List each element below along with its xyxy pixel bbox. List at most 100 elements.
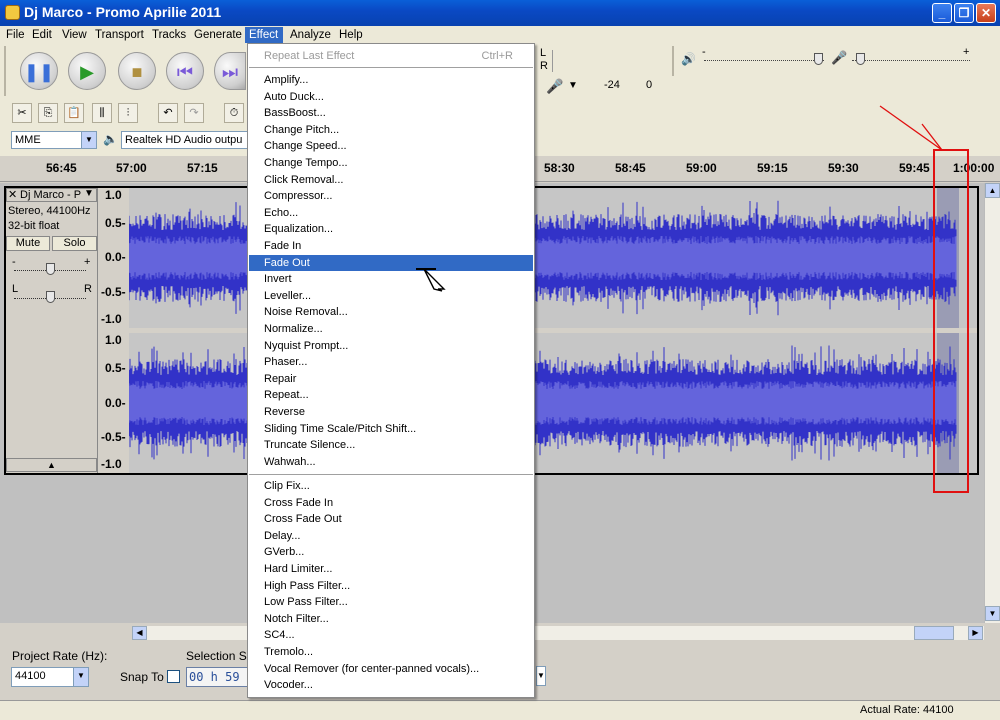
menu-item-fade-in[interactable]: Fade In (249, 238, 533, 254)
solo-button[interactable]: Solo (52, 236, 97, 251)
menu-item-cross-fade-out[interactable]: Cross Fade Out (249, 511, 533, 527)
menu-item-notch-filter[interactable]: Notch Filter... (249, 611, 533, 627)
menu-item-high-pass-filter[interactable]: High Pass Filter... (249, 578, 533, 594)
menu-tracks[interactable]: Tracks (148, 27, 190, 43)
input-volume-slider[interactable] (852, 60, 970, 61)
menu-item-echo[interactable]: Echo... (249, 205, 533, 221)
menu-item-click-removal[interactable]: Click Removal... (249, 172, 533, 188)
menu-transport[interactable]: Transport (91, 27, 148, 43)
chevron-down-icon[interactable]: ▼ (536, 666, 546, 686)
scroll-up-icon[interactable]: ▲ (985, 183, 1000, 198)
menu-view[interactable]: View (58, 27, 91, 43)
menu-item-compressor[interactable]: Compressor... (249, 188, 533, 204)
menu-item-wahwah[interactable]: Wahwah... (249, 454, 533, 470)
sync-lock-button[interactable]: ⏱ (224, 103, 244, 123)
stop-button[interactable]: ■ (118, 52, 156, 90)
meter-db-label: -24 (604, 79, 620, 91)
title-bar[interactable]: Dj Marco - Promo Aprilie 2011 _ ❐ ✕ (0, 0, 1000, 26)
track-name[interactable]: Dj Marco - P (20, 189, 81, 201)
vertical-scrollbar[interactable]: ▲ ▼ (984, 183, 1000, 623)
menu-item-repeat-last-effect: Repeat Last Effect Ctrl+R (249, 48, 533, 64)
menu-item-hard-limiter[interactable]: Hard Limiter... (249, 561, 533, 577)
menu-file[interactable]: File (2, 27, 29, 43)
grip (672, 46, 674, 76)
paste-button[interactable]: 📋 (64, 103, 84, 123)
project-rate-select[interactable]: 44100 ▼ (11, 667, 89, 687)
menu-item-change-speed[interactable]: Change Speed... (249, 138, 533, 154)
menu-effect[interactable]: Effect (245, 27, 283, 43)
output-device-select[interactable]: Realtek HD Audio outpu (121, 131, 248, 149)
play-button[interactable]: ▶ (68, 52, 106, 90)
menu-item-gverb[interactable]: GVerb... (249, 544, 533, 560)
menu-generate[interactable]: Generate (190, 27, 246, 43)
menu-analyze[interactable]: Analyze (286, 27, 335, 43)
input-meter[interactable] (552, 50, 664, 72)
collapse-track-button[interactable]: ▲ (6, 458, 97, 472)
close-button[interactable]: ✕ (976, 3, 996, 23)
menu-item-fade-out[interactable]: Fade Out (249, 254, 533, 271)
close-track-icon[interactable]: ✕ (8, 188, 17, 201)
menu-item-vocal-remover-for-center-panned-vocals[interactable]: Vocal Remover (for center-panned vocals)… (249, 661, 533, 677)
microphone-icon[interactable]: 🎤 (546, 78, 563, 95)
track-menu-chevron-icon[interactable]: ▼ (84, 188, 94, 199)
silence-button[interactable]: ⫶ (118, 103, 138, 123)
menu-item-low-pass-filter[interactable]: Low Pass Filter... (249, 594, 533, 610)
menu-item-bassboost[interactable]: BassBoost... (249, 105, 533, 121)
menu-item-change-tempo[interactable]: Change Tempo... (249, 155, 533, 171)
scroll-thumb[interactable] (914, 626, 954, 640)
skip-start-button[interactable]: ⏮ (166, 52, 204, 90)
menu-item-clip-fix[interactable]: Clip Fix... (249, 478, 533, 494)
menu-item-normalize[interactable]: Normalize... (249, 321, 533, 337)
menu-item-nyquist-prompt[interactable]: Nyquist Prompt... (249, 338, 533, 354)
menu-item-vocoder[interactable]: Vocoder... (249, 677, 533, 693)
menu-item-delay[interactable]: Delay... (249, 528, 533, 544)
snap-to-checkbox[interactable] (167, 670, 180, 683)
output-volume-slider[interactable] (704, 60, 824, 61)
menu-separator (249, 474, 533, 476)
selection-start-time[interactable]: 00 h 59 (186, 667, 248, 687)
undo-button[interactable]: ↶ (158, 103, 178, 123)
scroll-left-icon[interactable]: ◀ (132, 626, 147, 640)
menu-item-amplify[interactable]: Amplify... (249, 72, 533, 88)
mute-button[interactable]: Mute (6, 236, 50, 251)
scroll-right-icon[interactable]: ▶ (968, 626, 983, 640)
skip-end-button[interactable]: ⏭ (214, 52, 246, 90)
menu-item-tremolo[interactable]: Tremolo... (249, 644, 533, 660)
redo-button[interactable]: ↷ (184, 103, 204, 123)
gain-slider-thumb[interactable] (46, 263, 55, 275)
menu-item-repeat[interactable]: Repeat... (249, 387, 533, 403)
menu-help[interactable]: Help (335, 27, 367, 43)
chevron-down-icon[interactable]: ▼ (568, 80, 578, 91)
trim-button[interactable]: ⫼ (92, 103, 112, 123)
pause-button[interactable]: ❚❚ (20, 52, 58, 90)
menu-item-repair[interactable]: Repair (249, 371, 533, 387)
menu-item-cross-fade-in[interactable]: Cross Fade In (249, 495, 533, 511)
maximize-button[interactable]: ❐ (954, 3, 974, 23)
minimize-button[interactable]: _ (932, 3, 952, 23)
scale-label: 0.0- (105, 250, 126, 264)
cut-button[interactable]: ✂ (12, 103, 32, 123)
menu-item-sliding-time-scale-pitch-shift[interactable]: Sliding Time Scale/Pitch Shift... (249, 421, 533, 437)
scroll-down-icon[interactable]: ▼ (985, 606, 1000, 621)
pan-slider-thumb[interactable] (46, 291, 55, 303)
copy-button[interactable]: ⎘ (38, 103, 58, 123)
menu-item-sc4[interactable]: SC4... (249, 627, 533, 643)
output-volume-thumb[interactable] (814, 53, 823, 65)
vertical-scale-right: 1.0 0.5- 0.0- -0.5- -1.0 (99, 333, 129, 473)
menu-item-reverse[interactable]: Reverse (249, 404, 533, 420)
menu-item-change-pitch[interactable]: Change Pitch... (249, 122, 533, 138)
menu-item-phaser[interactable]: Phaser... (249, 354, 533, 370)
pan-right-label: R (84, 283, 92, 295)
menu-item-equalization[interactable]: Equalization... (249, 221, 533, 237)
audio-host-select[interactable]: MME ▼ (11, 131, 97, 149)
menu-item-noise-removal[interactable]: Noise Removal... (249, 304, 533, 320)
menu-item-auto-duck[interactable]: Auto Duck... (249, 89, 533, 105)
input-volume-thumb[interactable] (856, 53, 865, 65)
menu-edit[interactable]: Edit (28, 27, 56, 43)
scissors-icon: ✂ (17, 107, 27, 119)
project-rate-value: 44100 (15, 670, 46, 682)
menu-item-leveller[interactable]: Leveller... (249, 288, 533, 304)
menu-item-invert[interactable]: Invert (249, 271, 533, 287)
menu-item-truncate-silence[interactable]: Truncate Silence... (249, 437, 533, 453)
ruler-tick: 59:15 (757, 161, 788, 175)
